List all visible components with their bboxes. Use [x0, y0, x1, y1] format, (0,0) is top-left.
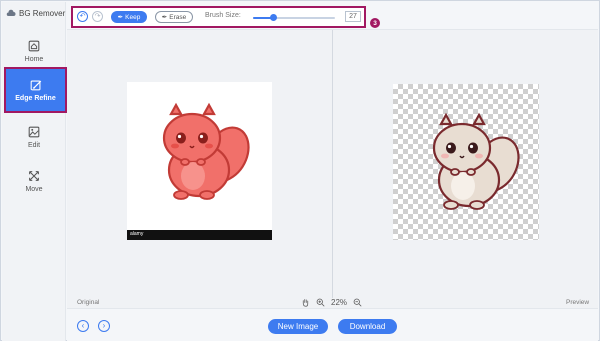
cloud-icon — [6, 9, 16, 16]
zoom-level: 22% — [331, 297, 348, 307]
original-label: Original — [77, 299, 100, 306]
brush-icon: ✒ — [117, 14, 124, 21]
edge-refine-icon — [30, 80, 41, 91]
zoom-controls: 22% — [301, 296, 362, 308]
move-icon — [29, 171, 39, 181]
footer-bar: ‹ › New Image Download — [67, 308, 598, 341]
step-badge-3: 3 — [370, 18, 380, 28]
hand-icon[interactable] — [301, 298, 310, 307]
undo-icon: ↶ — [79, 13, 86, 20]
app-brand: BG Remover — [6, 5, 65, 21]
editor-canvas: alamy Original Preview 22% — [67, 29, 598, 308]
chevron-right-icon: › — [102, 321, 106, 330]
redo-icon: ↷ — [94, 13, 101, 20]
back-button[interactable]: ‹ — [77, 320, 89, 332]
slider-thumb[interactable] — [270, 14, 277, 21]
brush-size-value[interactable]: 27 — [345, 11, 361, 22]
preview-image — [393, 84, 539, 240]
watermark-text: alamy — [130, 231, 144, 237]
keep-label: Keep — [125, 13, 141, 21]
sidebar-item-edge-refine[interactable]: Edge Refine — [4, 67, 67, 113]
preview-label: Preview — [566, 299, 590, 306]
keep-button[interactable]: ✒ Keep — [111, 11, 147, 23]
sidebar-item-label: Home — [24, 56, 44, 63]
edit-image-icon — [28, 126, 40, 138]
sidebar-item-label: Move — [25, 186, 43, 193]
undo-button[interactable]: ↶ — [77, 11, 88, 22]
brush-size-label: Brush Size: — [205, 12, 241, 19]
erase-button[interactable]: ✒ Erase — [155, 11, 193, 23]
chevron-left-icon: ‹ — [81, 321, 85, 330]
split-divider — [332, 30, 333, 298]
brush-size-slider[interactable] — [253, 14, 335, 21]
preview-squirrel-image — [432, 112, 520, 210]
zoom-out-icon[interactable] — [353, 298, 362, 307]
sidebar-item-label: Edge Refine — [15, 95, 56, 102]
original-squirrel-image — [162, 102, 250, 200]
watermark-strip: alamy — [127, 230, 272, 240]
zoom-in-icon[interactable] — [316, 298, 325, 307]
new-image-button[interactable]: New Image — [268, 319, 328, 334]
sidebar-item-move[interactable]: Move — [2, 159, 66, 203]
erase-label: Erase — [169, 13, 187, 21]
app-title: BG Remover — [19, 8, 66, 18]
sidebar-item-label: Edit — [27, 142, 41, 149]
eraser-icon: ✒ — [161, 14, 168, 21]
app-window: BG Remover Home Edge Refine 2 E — [0, 0, 600, 341]
brush-toolbar: ↶ ↷ ✒ Keep ✒ Erase Brush Size: 27 — [71, 6, 366, 28]
home-icon — [28, 40, 40, 52]
download-button[interactable]: Download — [338, 319, 397, 334]
sidebar-item-edit[interactable]: Edit — [2, 115, 66, 159]
sidebar: BG Remover Home Edge Refine 2 E — [2, 2, 80, 341]
redo-button[interactable]: ↷ — [92, 11, 103, 22]
original-image: alamy — [127, 82, 272, 240]
forward-button[interactable]: › — [98, 320, 110, 332]
